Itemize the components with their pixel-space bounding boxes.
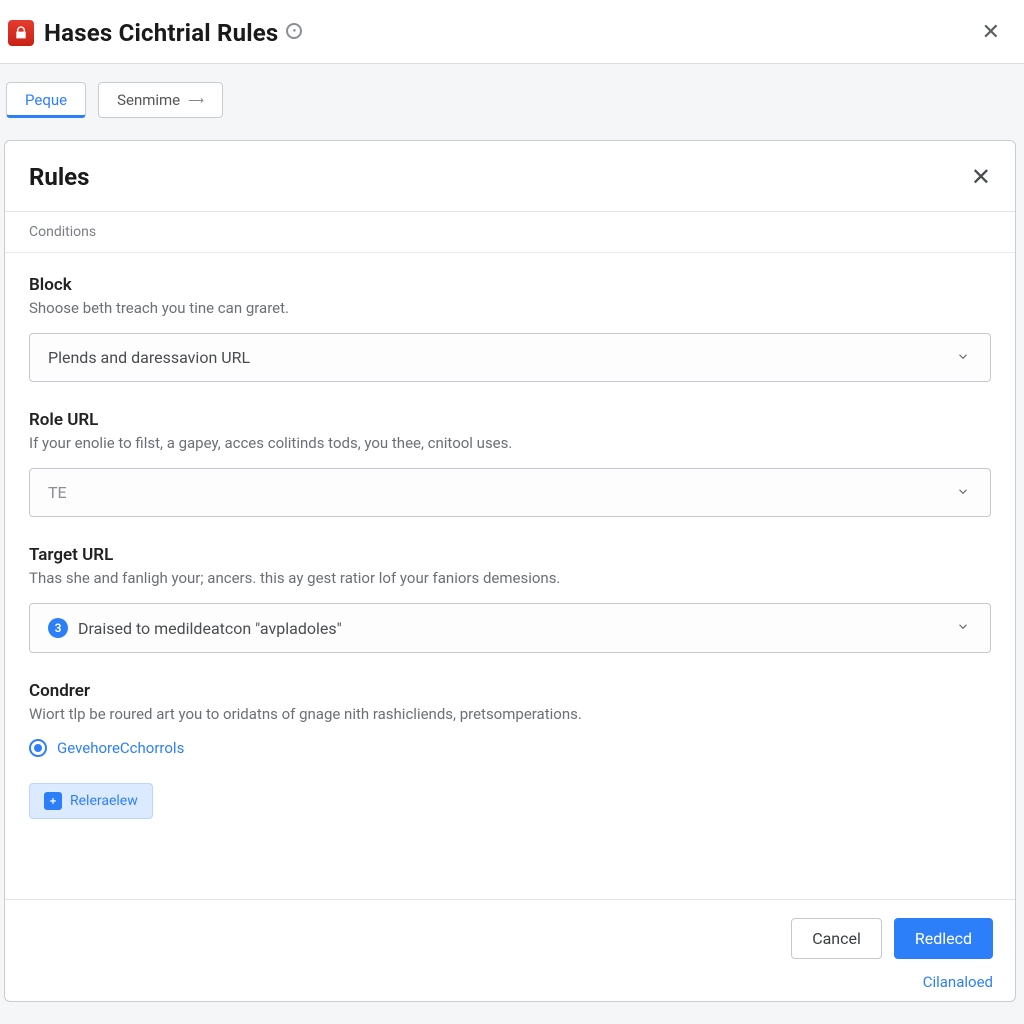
target-select-value: Draised to medildeatcon "avpladoles" xyxy=(78,619,342,638)
plus-icon xyxy=(44,792,62,810)
block-select-value: Plends and daressavion URL xyxy=(48,348,250,367)
target-help: Thas she and fanligh your; ancers. this … xyxy=(29,569,991,587)
radio-label: GevehoreCchorrols xyxy=(57,739,184,757)
tab-label: Senmime xyxy=(117,91,180,109)
close-icon[interactable]: ✕ xyxy=(978,16,1004,49)
condrer-label: Condrer xyxy=(29,681,991,701)
chip-label: Releraelew xyxy=(70,793,138,809)
tab-bar: Peque Senmime ⟶ xyxy=(0,64,1024,118)
panel-footer: Cancel Redlecd Cilanaloed xyxy=(5,899,1015,1001)
panel-title: Rules xyxy=(29,163,89,191)
panel-close-icon[interactable]: ✕ xyxy=(971,163,991,191)
tab-senmime[interactable]: Senmime ⟶ xyxy=(98,82,223,118)
footer-link[interactable]: Cilanaloed xyxy=(27,973,993,991)
chevron-down-icon xyxy=(956,348,970,367)
rules-panel: Rules ✕ Conditions Block Shoose beth tre… xyxy=(4,140,1016,1002)
page-title: Hases Cichtrial Rules xyxy=(44,19,278,47)
target-group: Target URL Thas she and fanligh your; an… xyxy=(29,545,991,653)
app-logo-icon xyxy=(8,20,34,46)
target-label: Target URL xyxy=(29,545,991,565)
tab-peque[interactable]: Peque xyxy=(6,82,86,118)
block-label: Block xyxy=(29,275,991,295)
panel-body: Block Shoose beth treach you tine can gr… xyxy=(5,253,1015,899)
role-help: If your enolie to filst, a gapey, acces … xyxy=(29,434,991,452)
count-badge: 3 xyxy=(48,618,68,638)
block-select[interactable]: Plends and daressavion URL xyxy=(29,333,991,382)
info-badge-icon xyxy=(286,23,302,39)
conditions-subheader: Conditions xyxy=(5,212,1015,253)
target-select[interactable]: 3 Draised to medildeatcon "avpladoles" xyxy=(29,603,991,653)
role-label: Role URL xyxy=(29,410,991,430)
condrer-radio-option[interactable]: GevehoreCchorrols xyxy=(29,739,991,757)
primary-button[interactable]: Redlecd xyxy=(894,918,993,959)
role-group: Role URL If your enolie to filst, a gape… xyxy=(29,410,991,517)
chevron-right-icon: ⟶ xyxy=(188,94,204,107)
role-select[interactable]: TE xyxy=(29,468,991,517)
radio-icon xyxy=(29,739,47,757)
condrer-help: Wiort tlp be roured art you to oridatns … xyxy=(29,705,991,723)
block-group: Block Shoose beth treach you tine can gr… xyxy=(29,275,991,382)
condrer-group: Condrer Wiort tlp be roured art you to o… xyxy=(29,681,991,819)
app-header: Hases Cichtrial Rules ✕ xyxy=(0,0,1024,64)
block-help: Shoose beth treach you tine can graret. xyxy=(29,299,991,317)
tab-label: Peque xyxy=(25,91,67,109)
chevron-down-icon xyxy=(956,483,970,502)
cancel-button[interactable]: Cancel xyxy=(791,918,882,959)
chevron-down-icon xyxy=(956,619,970,638)
panel-header: Rules ✕ xyxy=(5,141,1015,212)
releraelew-button[interactable]: Releraelew xyxy=(29,783,153,819)
role-select-value: TE xyxy=(48,483,67,502)
